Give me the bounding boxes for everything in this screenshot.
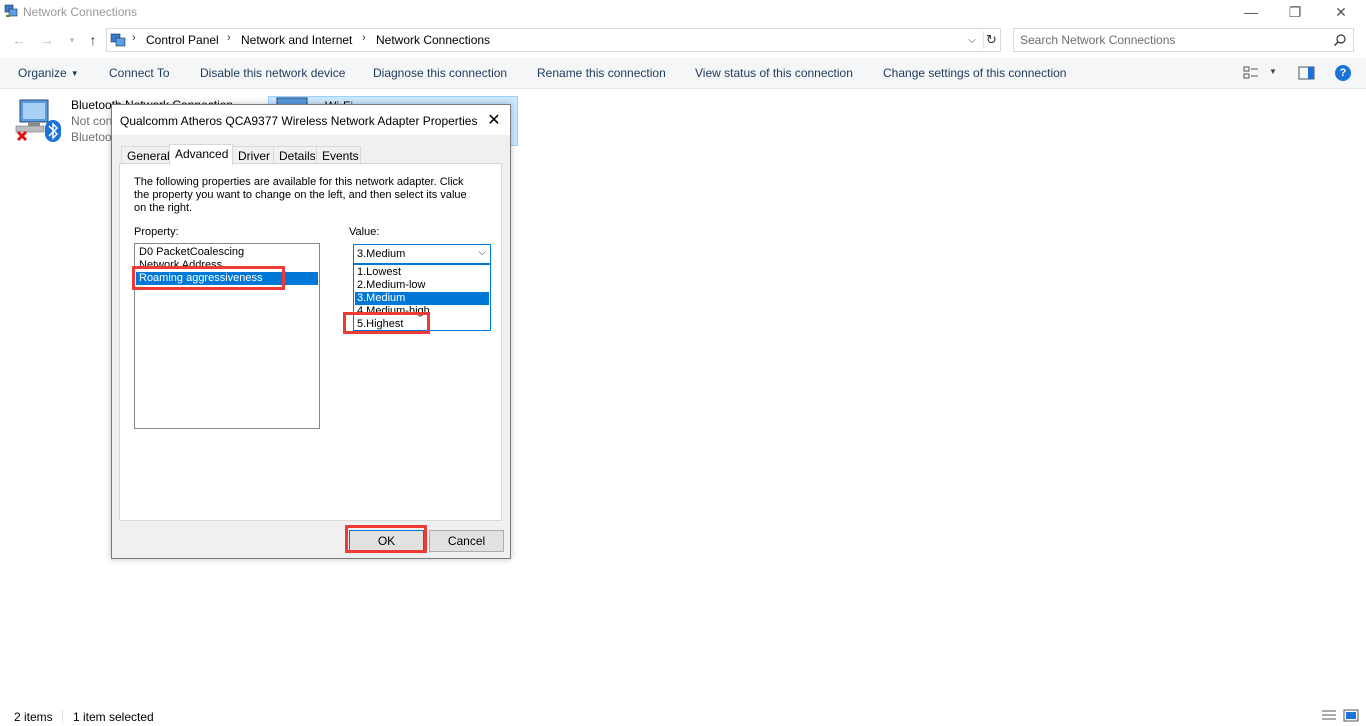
refresh-icon[interactable]: ↻ <box>983 31 999 49</box>
cancel-button[interactable]: Cancel <box>429 530 504 552</box>
search-input[interactable] <box>1020 32 1320 48</box>
diagnose-button[interactable]: Diagnose this connection <box>373 66 507 80</box>
chevron-down-icon: ⌵ <box>478 247 486 258</box>
highlight-highest-option <box>343 312 430 334</box>
details-view-icon[interactable] <box>1321 709 1337 722</box>
view-status-button[interactable]: View status of this connection <box>695 66 853 80</box>
status-bar: 2 items 1 item selected <box>0 706 1366 726</box>
bluetooth-connection-item[interactable] <box>14 96 66 146</box>
dialog-title-bar: Qualcomm Atheros QCA9377 Wireless Networ… <box>112 105 510 135</box>
forward-arrow-icon[interactable]: → <box>37 31 57 49</box>
advanced-description: The following properties are available f… <box>134 176 467 214</box>
status-divider <box>62 710 63 723</box>
back-arrow-icon[interactable]: ← <box>9 31 29 49</box>
control-panel-icon <box>110 33 126 47</box>
value-option[interactable]: 1.Lowest <box>355 266 489 279</box>
connect-to-button[interactable]: Connect To <box>109 66 170 80</box>
disable-device-button[interactable]: Disable this network device <box>200 66 345 80</box>
breadcrumb-network-and-internet[interactable]: Network and Internet <box>241 33 352 47</box>
chevron-down-icon: ▼ <box>70 69 79 78</box>
dialog-title: Qualcomm Atheros QCA9377 Wireless Networ… <box>120 114 478 128</box>
command-bar: Organize ▼ Connect To Disable this networ… <box>0 58 1366 89</box>
window-title: Network Connections <box>23 5 138 19</box>
breadcrumb-control-panel[interactable]: Control Panel <box>146 33 219 47</box>
highlight-ok-button <box>345 525 427 553</box>
search-box[interactable] <box>1013 28 1354 52</box>
value-select[interactable]: 3.Medium ⌵ <box>353 244 491 264</box>
highlight-roaming-property <box>132 266 285 290</box>
bluetooth-network-icon <box>15 99 61 142</box>
network-connections-icon <box>4 4 18 17</box>
minimize-button[interactable]: — <box>1228 0 1274 24</box>
value-label: Value: <box>349 226 380 238</box>
address-row: ← → ▾ ↑ › Control Panel › Network and In… <box>0 27 1366 53</box>
breadcrumb-network-connections[interactable]: Network Connections <box>376 33 490 47</box>
selected-count: 1 item selected <box>73 710 154 724</box>
breadcrumb-separator: › <box>132 32 136 44</box>
value-option-selected[interactable]: 3.Medium <box>355 292 489 305</box>
advanced-tab-panel: The following properties are available f… <box>119 163 502 521</box>
breadcrumb-separator: › <box>227 32 231 44</box>
title-bar: Network Connections — ❐ ✕ <box>0 0 1366 24</box>
tab-general[interactable]: General <box>121 146 170 164</box>
tab-events[interactable]: Events <box>316 146 361 164</box>
address-dropdown-chevron-icon[interactable]: ⌵ <box>964 32 980 48</box>
up-arrow-icon[interactable]: ↑ <box>83 31 103 49</box>
recent-locations-chevron-icon[interactable]: ▾ <box>62 31 82 49</box>
dialog-close-button[interactable]: ✕ <box>480 109 508 131</box>
preview-pane-icon[interactable] <box>1298 65 1315 81</box>
view-options-chevron-icon[interactable]: ▼ <box>1269 67 1277 83</box>
property-label: Property: <box>134 226 179 238</box>
search-icon[interactable] <box>1333 33 1347 47</box>
value-select-current: 3.Medium <box>357 248 406 260</box>
change-view-icon[interactable] <box>1243 65 1259 81</box>
items-count: 2 items <box>14 710 53 724</box>
breadcrumb-separator: › <box>362 32 366 44</box>
restore-button[interactable]: ❐ <box>1272 0 1318 24</box>
organize-menu[interactable]: Organize ▼ <box>18 66 79 80</box>
address-bar[interactable]: › Control Panel › Network and Internet ›… <box>106 28 1001 52</box>
large-icons-view-icon[interactable] <box>1343 709 1359 722</box>
tab-advanced[interactable]: Advanced <box>169 144 233 165</box>
help-icon[interactable]: ? <box>1335 65 1351 81</box>
value-option[interactable]: 2.Medium-low <box>355 279 489 292</box>
property-item[interactable]: D0 PacketCoalescing <box>136 246 318 259</box>
rename-button[interactable]: Rename this connection <box>537 66 666 80</box>
adapter-properties-dialog: Qualcomm Atheros QCA9377 Wireless Networ… <box>111 104 511 559</box>
close-window-button[interactable]: ✕ <box>1318 0 1364 24</box>
tab-driver[interactable]: Driver <box>232 146 274 164</box>
change-settings-button[interactable]: Change settings of this connection <box>883 66 1066 80</box>
tab-details[interactable]: Details <box>273 146 317 164</box>
organize-label: Organize <box>18 66 67 80</box>
